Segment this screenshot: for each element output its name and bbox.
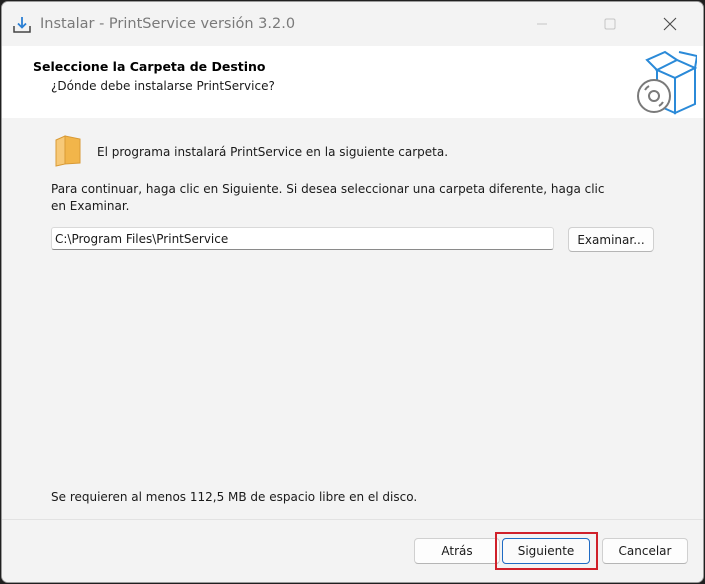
disk-space-requirement: Se requieren al menos 112,5 MB de espaci… <box>51 490 418 504</box>
next-button[interactable]: Siguiente <box>502 538 590 564</box>
wizard-header: Seleccione la Carpeta de Destino ¿Dónde … <box>2 46 703 118</box>
destination-path-input[interactable] <box>51 227 554 250</box>
wizard-footer: Atrás Siguiente Cancelar <box>2 519 703 582</box>
page-subtitle: ¿Dónde debe instalarse PrintService? <box>51 79 275 93</box>
software-box-icon <box>635 50 699 116</box>
maximize-button[interactable] <box>587 2 633 46</box>
instruction-text: Para continuar, haga clic en Siguiente. … <box>51 182 605 213</box>
installer-window: Instalar - PrintService versión 3.2.0 Se… <box>1 1 704 583</box>
maximize-icon <box>604 18 616 30</box>
installer-icon <box>12 16 32 34</box>
title-bar[interactable]: Instalar - PrintService versión 3.2.0 <box>2 2 703 46</box>
minimize-icon <box>536 23 548 25</box>
window-title: Instalar - PrintService versión 3.2.0 <box>40 16 296 32</box>
minimize-button[interactable] <box>519 2 565 46</box>
wizard-content: El programa instalará PrintService en la… <box>2 118 703 519</box>
back-button[interactable]: Atrás <box>414 538 500 564</box>
page-title: Seleccione la Carpeta de Destino <box>33 59 266 74</box>
close-button[interactable] <box>647 2 693 46</box>
close-icon <box>663 17 677 31</box>
destination-description: El programa instalará PrintService en la… <box>97 145 449 159</box>
browse-button[interactable]: Examinar... <box>568 227 654 252</box>
folder-icon <box>55 135 81 167</box>
cancel-button[interactable]: Cancelar <box>602 538 688 564</box>
